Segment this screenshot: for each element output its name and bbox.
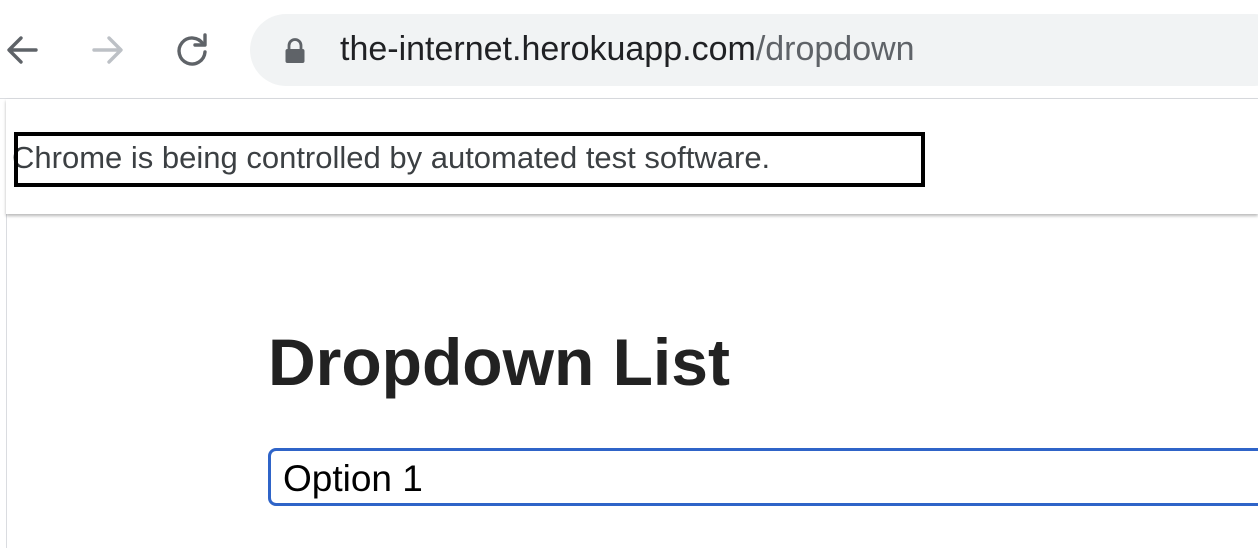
annotation-highlight-box bbox=[14, 132, 925, 187]
url-text[interactable]: the-internet.herokuapp.com/dropdown bbox=[340, 29, 915, 69]
address-bar[interactable]: the-internet.herokuapp.com/dropdown bbox=[250, 14, 1258, 86]
back-button[interactable] bbox=[0, 28, 44, 72]
url-host: the-internet.herokuapp.com bbox=[340, 30, 756, 68]
dropdown-select[interactable]: Option 1 bbox=[268, 448, 1258, 506]
forward-button[interactable] bbox=[86, 28, 130, 72]
arrow-right-icon bbox=[92, 36, 123, 64]
lock-icon bbox=[285, 38, 305, 63]
arrow-left-icon bbox=[7, 36, 38, 64]
browser-window: the-internet.herokuapp.com/dropdown Chro… bbox=[0, 0, 1258, 548]
reload-button[interactable] bbox=[170, 28, 214, 72]
browser-toolbar: the-internet.herokuapp.com/dropdown bbox=[0, 0, 1258, 99]
page-title: Dropdown List bbox=[268, 325, 730, 399]
automation-infobar: Chrome is being controlled by automated … bbox=[6, 99, 1258, 214]
url-path: /dropdown bbox=[755, 30, 915, 68]
reload-icon bbox=[177, 33, 207, 66]
dropdown-selected-value: Option 1 bbox=[283, 458, 423, 499]
